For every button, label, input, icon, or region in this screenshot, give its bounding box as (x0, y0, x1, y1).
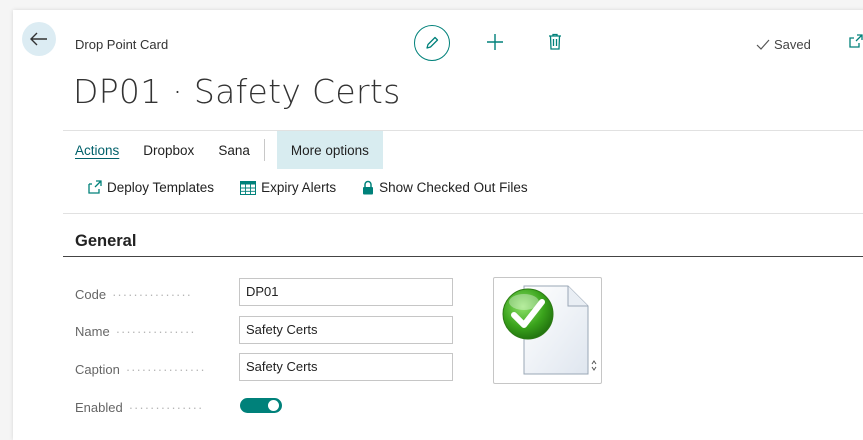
menu-separator (263, 139, 265, 161)
deploy-icon (88, 180, 102, 194)
delete-button[interactable] (548, 33, 562, 55)
caption-label: Caption ··············· (75, 362, 206, 377)
back-button[interactable] (22, 22, 56, 56)
document-check-icon (502, 285, 597, 375)
share-icon (849, 34, 863, 48)
enabled-label: Enabled ·············· (75, 400, 204, 415)
menu-actions[interactable]: Actions (63, 131, 131, 169)
code-field[interactable]: DP01 (239, 278, 453, 306)
enabled-toggle[interactable] (240, 398, 282, 413)
divider (63, 213, 863, 214)
page-title: DP01 · Safety Certs (73, 72, 401, 111)
plus-icon (487, 34, 503, 50)
page-caption: Drop Point Card (75, 37, 169, 52)
pencil-icon (426, 36, 439, 49)
code-label: Code ··············· (75, 287, 193, 302)
name-field[interactable]: Safety Certs (239, 316, 453, 344)
expiry-alerts-action[interactable]: Expiry Alerts (240, 180, 336, 195)
menu-dropbox[interactable]: Dropbox (131, 131, 206, 169)
saved-label: Saved (774, 37, 811, 52)
expiry-alerts-label: Expiry Alerts (261, 180, 337, 195)
new-button[interactable] (486, 33, 504, 56)
edit-button[interactable] (414, 25, 450, 61)
arrow-left-icon (30, 32, 47, 46)
lock-icon (363, 180, 374, 195)
toggle-knob (268, 400, 279, 411)
more-options-button[interactable]: More options (276, 131, 383, 169)
save-status: Saved (756, 37, 811, 52)
show-checked-out-files-label: Show Checked Out Files (379, 180, 528, 195)
deploy-templates-action[interactable]: Deploy Templates (87, 180, 214, 195)
general-section-title[interactable]: General (75, 232, 136, 251)
section-underline (63, 256, 863, 257)
menu-sana[interactable]: Sana (206, 131, 262, 169)
name-label: Name ··············· (75, 324, 196, 339)
caption-field[interactable]: Safety Certs (239, 353, 453, 381)
share-button[interactable] (848, 33, 863, 54)
table-icon (240, 180, 257, 195)
trash-icon (549, 33, 561, 50)
checkmark-icon (756, 39, 770, 50)
action-menu-bar: Actions Dropbox Sana More options (63, 131, 383, 169)
drop-point-image[interactable] (493, 277, 602, 384)
deploy-templates-label: Deploy Templates (107, 180, 215, 195)
action-row: Deploy Templates Expiry Alerts Show Chec… (87, 180, 554, 195)
show-checked-out-files-action[interactable]: Show Checked Out Files (362, 180, 528, 195)
